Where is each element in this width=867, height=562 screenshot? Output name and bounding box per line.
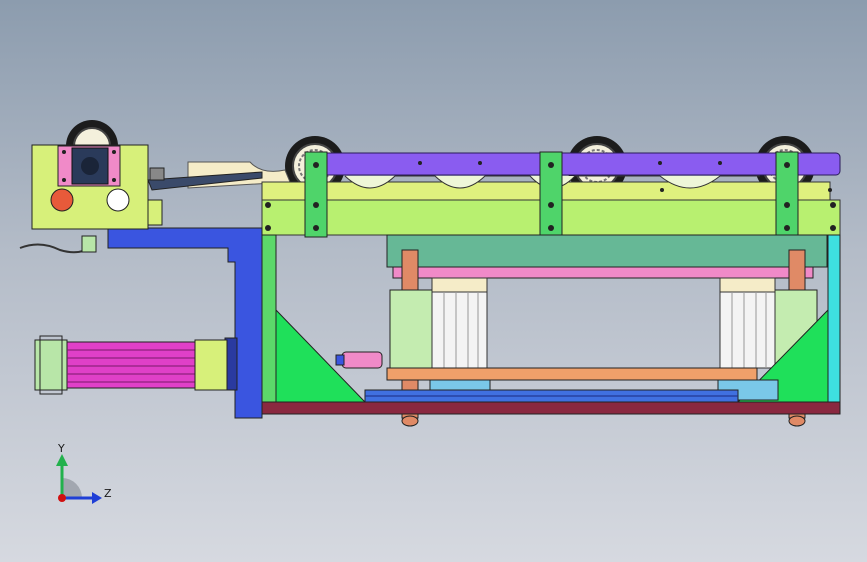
white-button-icon[interactable] <box>106 188 130 212</box>
right-side-frame <box>827 234 841 411</box>
pink-lift-plate <box>392 266 814 279</box>
motor-icon <box>34 335 228 395</box>
bracket-middle <box>539 151 563 238</box>
proximity-sensor <box>335 351 383 369</box>
purple-rail <box>321 152 841 176</box>
orange-cross-plate <box>386 367 758 381</box>
bracket-right <box>775 151 799 238</box>
coordinate-triad-icon <box>56 454 102 504</box>
sensor-cable <box>19 243 93 254</box>
cylinder-left-icon <box>431 277 488 369</box>
base-plate <box>261 401 841 415</box>
left-side-frame <box>261 234 277 411</box>
red-button-icon[interactable] <box>50 188 74 212</box>
cad-viewport[interactable]: Y Z <box>0 0 867 562</box>
triad-y-label: Y <box>57 442 65 455</box>
triad-z-label: Z <box>104 487 112 500</box>
control-box-icon <box>31 144 149 230</box>
motor-mount-frame <box>107 227 263 419</box>
cylinder-right-icon <box>719 277 776 369</box>
bushing-block-left <box>389 289 433 371</box>
teal-mount-plate <box>386 234 828 268</box>
bracket-left <box>304 151 328 238</box>
